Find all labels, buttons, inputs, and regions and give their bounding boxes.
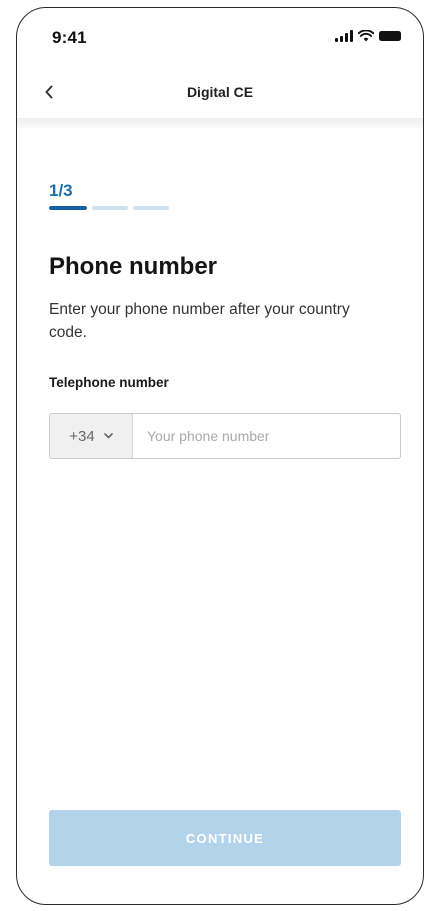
status-bar: 9:41 xyxy=(17,8,423,64)
progress-step-2 xyxy=(92,206,128,210)
country-code-select[interactable]: +34 xyxy=(50,414,133,458)
progress-step-1 xyxy=(49,206,87,210)
phone-input-group: +34 xyxy=(49,413,401,459)
nav-divider xyxy=(17,118,423,128)
country-code-value: +34 xyxy=(69,427,95,445)
phone-number-input[interactable] xyxy=(133,414,400,458)
status-icons xyxy=(335,30,401,42)
phone-field-label: Telephone number xyxy=(49,375,169,390)
status-time: 9:41 xyxy=(52,28,87,47)
step-counter: 1/3 xyxy=(49,181,73,200)
battery-icon xyxy=(379,31,401,41)
page-title: Phone number xyxy=(49,253,218,280)
chevron-down-icon xyxy=(103,433,113,439)
step-progress xyxy=(49,206,169,210)
signal-icon xyxy=(335,30,353,42)
nav-bar: Digital CE xyxy=(17,66,423,118)
progress-step-3 xyxy=(133,206,169,210)
nav-title: Digital CE xyxy=(186,84,254,100)
page-description: Enter your phone number after your count… xyxy=(49,301,350,341)
continue-button[interactable]: CONTINUE xyxy=(49,810,401,866)
wifi-icon xyxy=(358,30,374,42)
phone-screen: 9:41 Digital CE 1/3 Phone number Enter y… xyxy=(16,7,424,905)
